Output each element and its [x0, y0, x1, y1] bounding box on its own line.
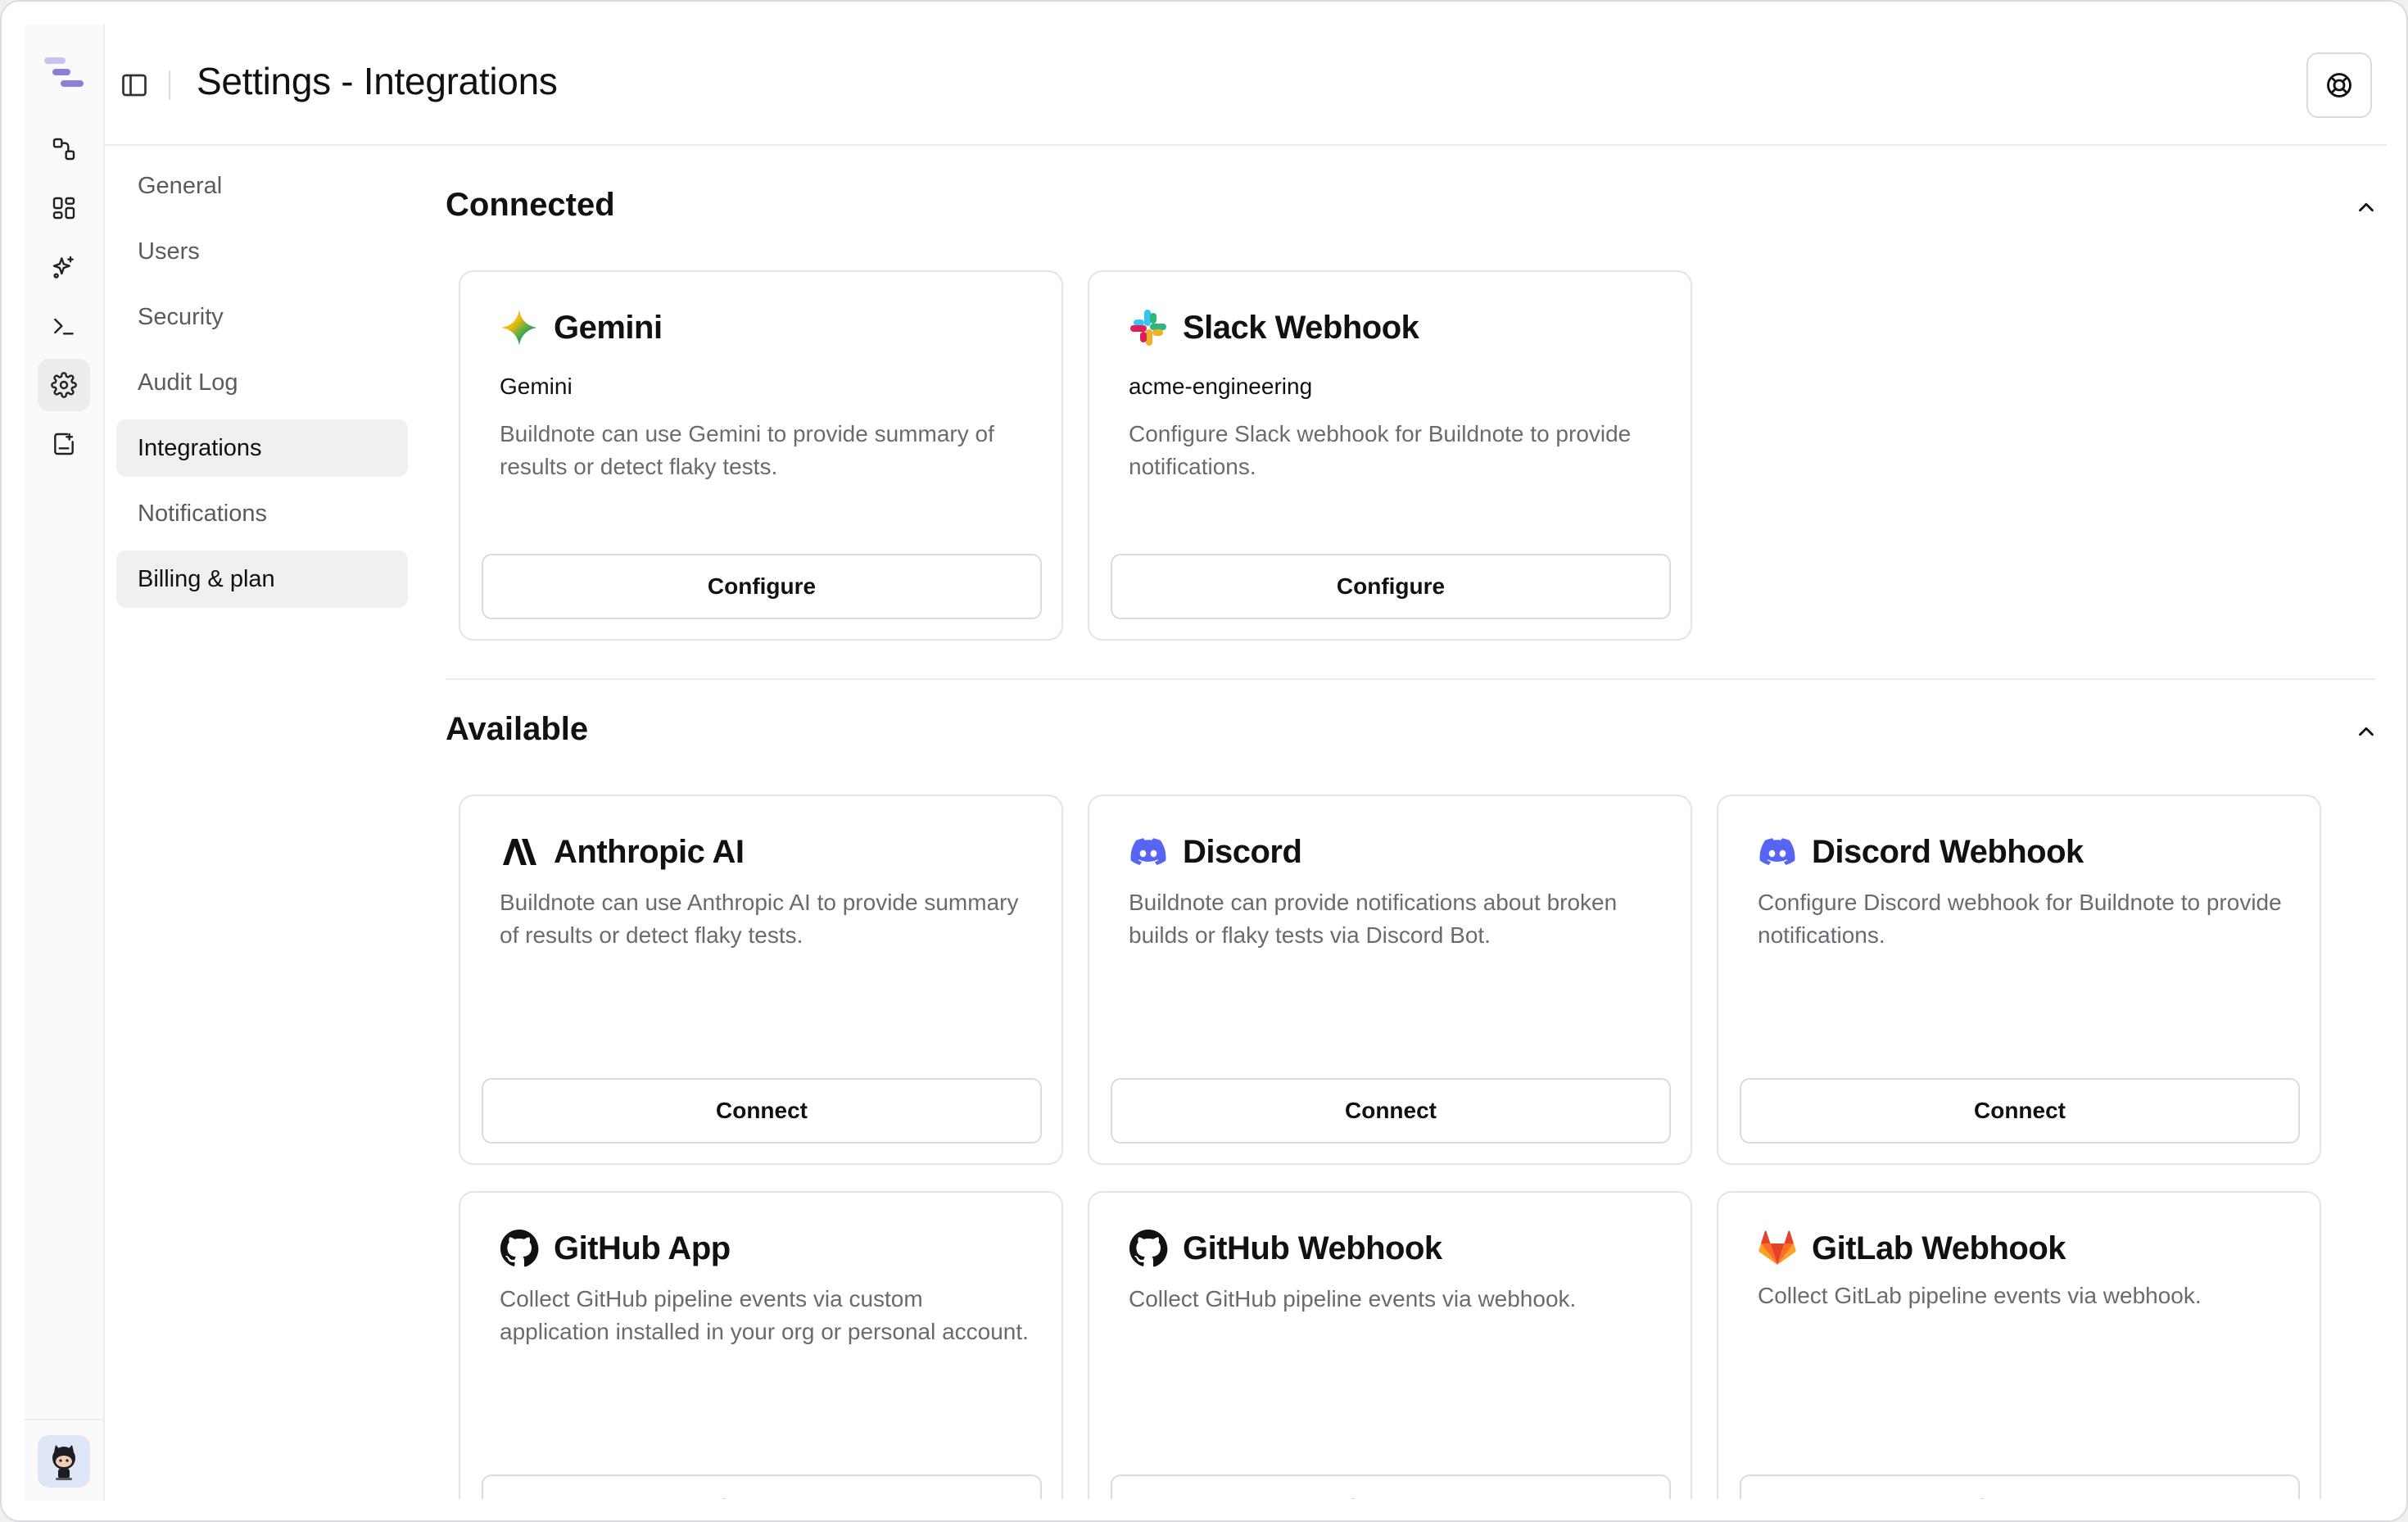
card-account: acme-engineering — [1129, 374, 1313, 399]
card-title: Anthropic AI — [554, 833, 745, 870]
card-header: Discord Webhook — [1758, 832, 2084, 872]
connect-discord-button[interactable]: Connect — [1111, 1078, 1671, 1144]
card-header: GitLab Webhook — [1758, 1229, 2066, 1268]
app-logo-icon[interactable] — [41, 49, 90, 106]
discord-icon — [1129, 832, 1168, 872]
card-description: Configure Discord webhook for Buildnote … — [1758, 890, 2282, 948]
nav-item-billing[interactable]: Billing & plan — [116, 550, 408, 608]
gear-icon[interactable] — [38, 359, 90, 411]
sidebar-toggle-icon[interactable] — [120, 70, 149, 100]
card-header: Discord — [1129, 832, 1302, 872]
nav-item-users[interactable]: Users — [116, 223, 408, 280]
settings-nav: General Users Security Audit Log Integra… — [116, 157, 408, 616]
configure-slack-button[interactable]: Configure — [1111, 554, 1671, 619]
slack-icon — [1129, 308, 1168, 347]
dashboard-icon[interactable] — [38, 182, 90, 234]
section-divider — [446, 678, 2375, 680]
configure-gemini-button[interactable]: Configure — [482, 554, 1042, 619]
icon-rail — [25, 25, 105, 1501]
nav-item-integrations[interactable]: Integrations — [116, 419, 408, 477]
nav-item-security[interactable]: Security — [116, 288, 408, 346]
github-icon — [1129, 1229, 1168, 1268]
gitlab-icon — [1758, 1229, 1797, 1268]
section-title-available: Available — [446, 711, 589, 747]
card-header: Anthropic AI — [500, 832, 745, 872]
card-header: Gemini — [500, 308, 663, 347]
integration-card-slack-webhook: Slack Webhook acme-engineering Configure… — [1088, 270, 1692, 641]
card-title: Discord Webhook — [1812, 833, 2084, 870]
card-header: Slack Webhook — [1129, 308, 1419, 347]
gemini-icon — [500, 308, 539, 347]
connect-anthropic-button[interactable]: Connect — [482, 1078, 1042, 1144]
card-description: Collect GitLab pipeline events via webho… — [1758, 1283, 2202, 1308]
integration-card-anthropic-ai: Anthropic AI Buildnote can use Anthropic… — [459, 795, 1063, 1165]
anthropic-icon — [500, 832, 539, 872]
connect-gitlab-webhook-button[interactable]: Connect — [1740, 1474, 2300, 1499]
integration-card-discord: Discord Buildnote can provide notificati… — [1088, 795, 1692, 1165]
rail-divider — [25, 1419, 103, 1420]
connect-github-webhook-button[interactable]: Connect — [1111, 1474, 1671, 1499]
integration-card-gitlab-webhook: GitLab Webhook Collect GitLab pipeline e… — [1717, 1191, 2321, 1499]
lifebuoy-icon — [2327, 73, 2351, 97]
integrations-content: Connected Gemini Gemini Buildnote can us… — [446, 146, 2375, 1499]
card-title: Slack Webhook — [1183, 309, 1419, 346]
integration-card-github-webhook: GitHub Webhook Collect GitHub pipeline e… — [1088, 1191, 1692, 1499]
top-bar: Settings - Integrations — [105, 25, 2387, 146]
card-description: Buildnote can use Gemini to provide summ… — [500, 421, 994, 479]
card-description: Collect GitHub pipeline events via custo… — [500, 1286, 1029, 1344]
github-icon — [500, 1229, 539, 1268]
discord-icon — [1758, 832, 1797, 872]
nav-item-general[interactable]: General — [116, 157, 408, 215]
connect-github-app-button[interactable]: Connect — [482, 1474, 1042, 1499]
nav-item-audit-log[interactable]: Audit Log — [116, 354, 408, 411]
card-title: Discord — [1183, 833, 1302, 870]
app-window: Settings - Integrations General Users Se… — [0, 0, 2408, 1522]
card-title: GitLab Webhook — [1812, 1230, 2066, 1266]
clipboard-icon[interactable] — [38, 418, 90, 470]
card-title: Gemini — [554, 309, 663, 346]
card-description: Configure Slack webhook for Buildnote to… — [1129, 421, 1632, 479]
integration-card-gemini: Gemini Gemini Buildnote can use Gemini t… — [459, 270, 1063, 641]
card-header: GitHub Webhook — [1129, 1229, 1442, 1268]
terminal-icon[interactable] — [38, 300, 90, 352]
topbar-divider — [169, 70, 170, 100]
connect-discord-webhook-button[interactable]: Connect — [1740, 1078, 2300, 1144]
help-button[interactable] — [2306, 52, 2372, 118]
collapse-connected-chevron-up-icon[interactable] — [2354, 195, 2375, 220]
integration-card-discord-webhook: Discord Webhook Configure Discord webhoo… — [1717, 795, 2321, 1165]
integration-card-github-app: GitHub App Collect GitHub pipeline event… — [459, 1191, 1063, 1499]
card-description: Collect GitHub pipeline events via webho… — [1129, 1286, 1577, 1311]
card-title: GitHub App — [554, 1230, 731, 1266]
card-description: Buildnote can provide notifications abou… — [1129, 890, 1618, 948]
sparkle-icon[interactable] — [38, 241, 90, 293]
card-account: Gemini — [500, 374, 573, 399]
card-header: GitHub App — [500, 1229, 731, 1268]
card-title: GitHub Webhook — [1183, 1230, 1442, 1266]
avatar[interactable] — [38, 1435, 90, 1488]
card-description: Buildnote can use Anthropic AI to provid… — [500, 890, 1019, 948]
section-title-connected: Connected — [446, 187, 615, 223]
workflow-icon[interactable] — [38, 123, 90, 175]
page-title: Settings - Integrations — [197, 60, 558, 102]
collapse-available-chevron-up-icon[interactable] — [2354, 719, 2375, 744]
nav-item-notifications[interactable]: Notifications — [116, 485, 408, 542]
